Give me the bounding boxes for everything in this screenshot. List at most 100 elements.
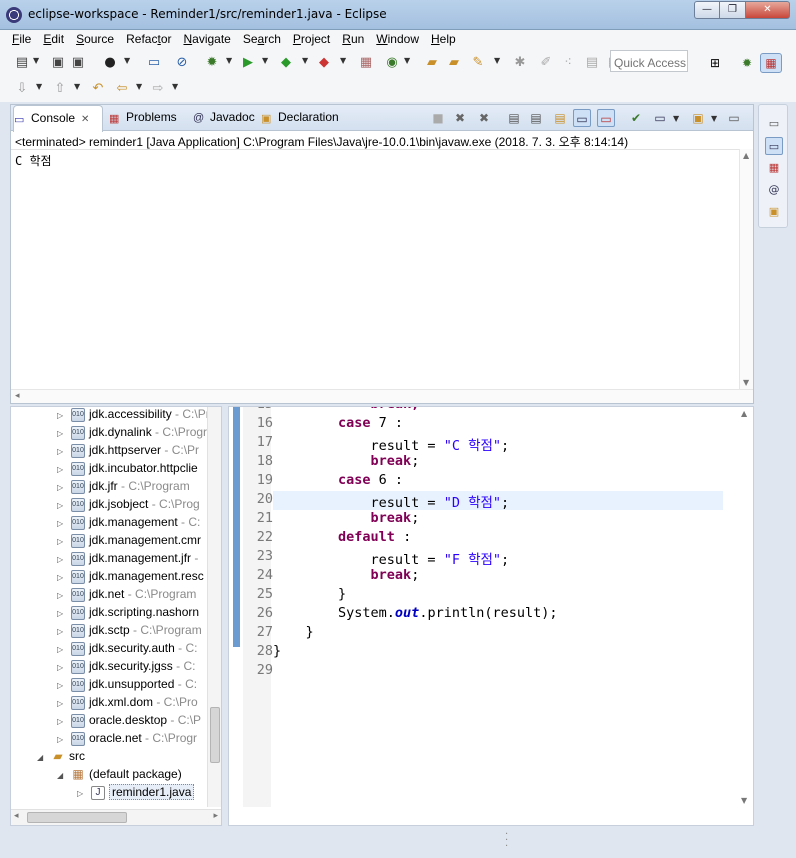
display-console-icon[interactable]: ▭ (651, 109, 669, 127)
collapsed-twistie-icon[interactable]: ▷ (57, 411, 69, 420)
tree-item-library[interactable]: ▷ 010 jdk.net - C:\Program (57, 587, 196, 605)
menu-run[interactable]: Run (336, 30, 370, 50)
tree-item-library[interactable]: ▷ 010 jdk.jfr - C:\Program (57, 479, 190, 497)
collapsed-twistie-icon[interactable]: ▷ (57, 591, 69, 600)
code-line[interactable]: case 7 : (273, 415, 403, 434)
forward-dropdown-icon[interactable]: ▼ (172, 82, 178, 91)
code-line[interactable]: } (273, 624, 314, 643)
code-line[interactable]: } (273, 586, 346, 605)
menu-file[interactable]: File (6, 30, 37, 50)
tree-item-library[interactable]: ▷ 010 jdk.unsupported - C: (57, 677, 197, 695)
quick-access-input[interactable] (610, 50, 688, 72)
new-icon[interactable]: ▤ (14, 55, 30, 71)
collapsed-twistie-icon[interactable]: ▷ (57, 645, 69, 654)
open-console-dropdown-icon[interactable]: ▼ (711, 114, 717, 123)
forward-icon[interactable]: ⇨ (150, 81, 166, 97)
menu-refactor[interactable]: Refactor (120, 30, 177, 50)
new-java-project-icon[interactable]: ▦ (358, 55, 374, 71)
console-toolbar-icon[interactable]: ▭ (146, 55, 162, 71)
javadoc-trim-icon[interactable]: @ (765, 181, 783, 199)
tree-item-library[interactable]: ▷ 010 jdk.xml.dom - C:\Pro (57, 695, 198, 713)
java-editor[interactable]: 15 16 17 18 19 20 21 22 23 24 25 26 27 28 29 break; ca… (228, 406, 754, 826)
terminate-icon[interactable]: ■ (429, 109, 447, 127)
debug-perspective-icon[interactable]: ✹ (736, 53, 758, 73)
open-type-icon[interactable]: ▰ (424, 55, 440, 71)
code-line[interactable]: System.out.println(result); (273, 605, 557, 624)
java-perspective-icon[interactable]: ▦ (760, 53, 782, 73)
tree-item-library[interactable]: ▷ 010 oracle.net - C:\Progr (57, 731, 197, 749)
menu-project[interactable]: Project (287, 30, 336, 50)
tree-item-library[interactable]: ▷ 010 jdk.management.resc (57, 569, 204, 587)
scrollbar-thumb[interactable] (210, 707, 220, 763)
user-icon[interactable]: ● (102, 55, 118, 71)
search-toolbar-icon[interactable]: ✎ (470, 55, 486, 71)
scroll-down-icon[interactable]: ▼ (741, 796, 747, 805)
menu-help[interactable]: Help (425, 30, 462, 50)
collapsed-twistie-icon[interactable]: ▷ (57, 555, 69, 564)
scroll-left-icon[interactable]: ◂ (15, 391, 20, 401)
collapsed-twistie-icon[interactable]: ▷ (57, 663, 69, 672)
external-tools-icon[interactable]: ◆ (316, 55, 332, 71)
open-perspective-icon[interactable]: ⊞ (704, 53, 726, 73)
scroll-right-icon[interactable]: ▸ (213, 811, 218, 821)
collapsed-twistie-icon[interactable]: ▷ (77, 789, 89, 798)
toggle-block-icon[interactable]: ⁖ (560, 55, 576, 71)
save-all-icon[interactable]: ▣ (70, 55, 86, 71)
code-line[interactable]: result = "F 학점"; (273, 548, 510, 568)
code-line[interactable]: break; (273, 567, 420, 586)
menu-navigate[interactable]: Navigate (177, 30, 236, 50)
tree-item-reminder1-java[interactable]: ▷ Jreminder1.java (77, 784, 195, 803)
menu-edit[interactable]: Edit (37, 30, 70, 50)
tab-problems[interactable]: ▦ Problems (109, 105, 191, 131)
code-line[interactable]: case 6 : (273, 472, 403, 491)
collapsed-twistie-icon[interactable]: ▷ (57, 717, 69, 726)
mark-occurrences-icon[interactable]: ✐ (538, 55, 554, 71)
tree-item-src[interactable]: ◢ ▰ src (37, 749, 85, 767)
collapsed-twistie-icon[interactable]: ▷ (57, 699, 69, 708)
run-icon[interactable]: ▶ (240, 55, 256, 71)
collapsed-twistie-icon[interactable]: ▷ (57, 501, 69, 510)
menu-window[interactable]: Window (370, 30, 425, 50)
collapsed-twistie-icon[interactable]: ▷ (57, 681, 69, 690)
declaration-trim-icon[interactable]: ▣ (765, 203, 783, 221)
close-button[interactable]: ✕ (746, 1, 790, 19)
back-icon[interactable]: ⇦ (114, 81, 130, 97)
scroll-left-icon[interactable]: ◂ (14, 811, 19, 821)
save-icon[interactable]: ▣ (50, 55, 66, 71)
code-line[interactable]: break; (273, 453, 420, 472)
tab-javadoc[interactable]: @ Javadoc (193, 105, 263, 131)
problems-trim-icon[interactable]: ▦ (765, 159, 783, 177)
tree-item-library[interactable]: ▷ 010 jdk.security.auth - C: (57, 641, 198, 659)
new-class-dropdown-icon[interactable]: ▼ (404, 56, 410, 65)
display-console-dropdown-icon[interactable]: ▼ (673, 114, 679, 123)
show-on-stderr-icon[interactable]: ▭ (597, 109, 615, 127)
tree-item-library[interactable]: ▷ 010 jdk.management - C: (57, 515, 200, 533)
external-tools-dropdown-icon[interactable]: ▼ (340, 56, 346, 65)
new-class-icon[interactable]: ◉ (384, 55, 400, 71)
code-line[interactable]: default : (273, 529, 411, 548)
tab-declaration[interactable]: ▣ Declaration (261, 105, 357, 131)
collapsed-twistie-icon[interactable]: ▷ (57, 429, 69, 438)
code-line[interactable]: result = "D 학점"; (273, 491, 723, 511)
menu-source[interactable]: Source (70, 30, 120, 50)
word-wrap-icon[interactable]: ▤ (584, 55, 600, 71)
tree-item-library[interactable]: ▷ 010 jdk.management.cmr (57, 533, 201, 551)
previous-annotation-icon[interactable]: ⇧ (52, 81, 68, 97)
pin-icon[interactable]: ✱ (512, 55, 528, 71)
open-task-icon[interactable]: ▰ (446, 55, 462, 71)
collapsed-twistie-icon[interactable]: ▷ (57, 447, 69, 456)
user-dropdown-icon[interactable]: ▼ (124, 56, 130, 65)
console-vertical-scrollbar[interactable]: ▲ ▼ (739, 149, 753, 389)
code-line[interactable]: } (273, 643, 281, 662)
maximize-button[interactable]: ❐ (720, 1, 746, 19)
collapsed-twistie-icon[interactable]: ▷ (57, 627, 69, 636)
collapsed-twistie-icon[interactable]: ▷ (57, 537, 69, 546)
menu-search[interactable]: Search (237, 30, 287, 50)
collapsed-twistie-icon[interactable]: ▷ (57, 735, 69, 744)
search-dropdown-icon[interactable]: ▼ (494, 56, 500, 65)
expanded-twistie-icon[interactable]: ◢ (57, 771, 69, 780)
console-horizontal-scrollbar[interactable]: ◂ (11, 389, 753, 403)
minimize-view-icon[interactable]: ▭ (725, 109, 743, 127)
console-trim-icon[interactable]: ▭ (765, 137, 783, 155)
skip-breakpoints-icon[interactable]: ⊘ (174, 55, 190, 71)
